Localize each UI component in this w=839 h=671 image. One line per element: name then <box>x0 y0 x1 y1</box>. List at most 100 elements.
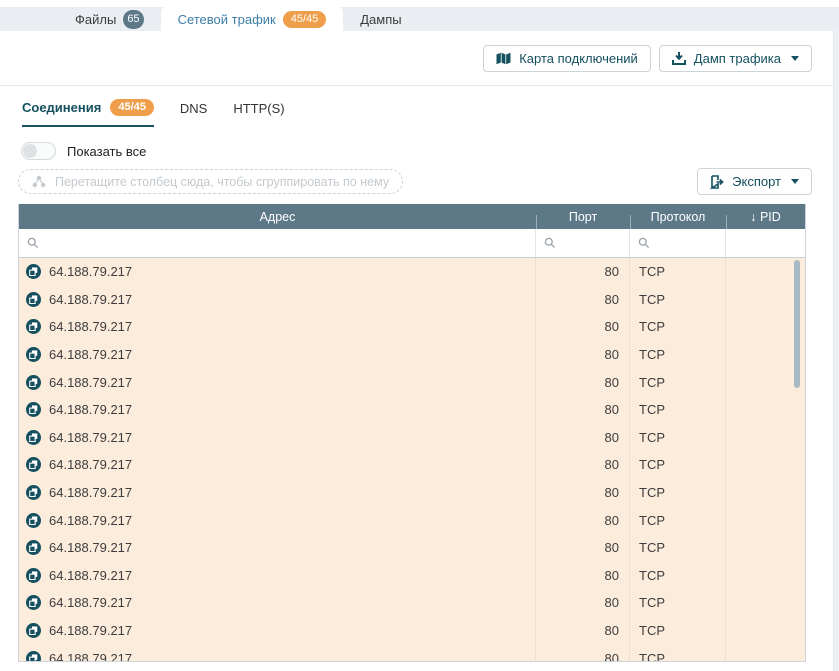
table-row[interactable]: 64.188.79.217 80 TCP <box>19 589 805 617</box>
port-value: 80 <box>605 292 619 307</box>
connection-layers-icon <box>26 347 41 362</box>
port-value: 80 <box>605 375 619 390</box>
protocol-cell: TCP <box>630 451 726 479</box>
address-value: 64.188.79.217 <box>49 264 132 279</box>
address-filter-input[interactable] <box>45 236 535 250</box>
search-icon <box>638 237 650 249</box>
port-filter-cell <box>536 229 630 257</box>
table-row[interactable]: 64.188.79.217 80 TCP <box>19 368 805 396</box>
address-value: 64.188.79.217 <box>49 513 132 528</box>
export-icon <box>710 175 724 189</box>
column-header-port[interactable]: Порт <box>536 210 630 224</box>
address-cell: 64.188.79.217 <box>19 286 536 314</box>
pid-cell <box>726 562 805 590</box>
protocol-value: TCP <box>639 430 665 445</box>
table-row[interactable]: 64.188.79.217 80 TCP <box>19 341 805 369</box>
table-row[interactable]: 64.188.79.217 80 TCP <box>19 506 805 534</box>
search-icon <box>27 237 39 249</box>
table-row[interactable]: 64.188.79.217 80 TCP <box>19 534 805 562</box>
tab-files[interactable]: Файлы 65 <box>58 7 161 31</box>
export-button[interactable]: Экспорт <box>697 168 812 195</box>
table-row[interactable]: 64.188.79.217 80 TCP <box>19 258 805 286</box>
address-cell: 64.188.79.217 <box>19 258 536 286</box>
port-value: 80 <box>605 264 619 279</box>
connection-layers-icon <box>26 457 41 472</box>
connection-layers-icon <box>26 319 41 334</box>
address-cell: 64.188.79.217 <box>19 479 536 507</box>
protocol-cell: TCP <box>630 479 726 507</box>
protocol-cell: TCP <box>630 506 726 534</box>
traffic-dump-button[interactable]: Дамп трафика <box>659 45 812 72</box>
protocol-cell: TCP <box>630 286 726 314</box>
column-header-pid[interactable]: ↓ PID <box>726 210 805 224</box>
port-cell: 80 <box>536 396 630 424</box>
protocol-value: TCP <box>639 623 665 638</box>
column-header-address-label: Адрес <box>260 210 296 224</box>
subtab-https[interactable]: HTTP(S) <box>233 101 284 127</box>
port-cell: 80 <box>536 617 630 645</box>
port-filter-input[interactable] <box>562 236 629 250</box>
top-spacer <box>0 0 839 7</box>
table-row[interactable]: 64.188.79.217 80 TCP <box>19 479 805 507</box>
table-row[interactable]: 64.188.79.217 80 TCP <box>19 644 805 661</box>
show-all-row: Показать все <box>0 127 839 160</box>
port-value: 80 <box>605 485 619 500</box>
address-value: 64.188.79.217 <box>49 623 132 638</box>
table-row[interactable]: 64.188.79.217 80 TCP <box>19 396 805 424</box>
protocol-value: TCP <box>639 485 665 500</box>
vertical-scrollbar-thumb[interactable] <box>794 260 800 388</box>
subtab-connections-badge: 45/45 <box>110 99 154 116</box>
table-filter-row <box>19 229 805 258</box>
tab-dumps[interactable]: Дампы <box>343 7 418 31</box>
address-cell: 64.188.79.217 <box>19 451 536 479</box>
pid-cell <box>726 617 805 645</box>
connection-layers-icon <box>26 292 41 307</box>
port-value: 80 <box>605 430 619 445</box>
table-row[interactable]: 64.188.79.217 80 TCP <box>19 424 805 452</box>
port-cell: 80 <box>536 534 630 562</box>
address-value: 64.188.79.217 <box>49 292 132 307</box>
connection-layers-icon <box>26 651 41 661</box>
port-cell: 80 <box>536 562 630 590</box>
table-header-row: Адрес Порт Протокол ↓ PID <box>19 204 805 229</box>
port-cell: 80 <box>536 506 630 534</box>
group-by-dropzone[interactable]: Перетащите столбец сюда, чтобы сгруппиро… <box>18 169 403 194</box>
address-cell: 64.188.79.217 <box>19 617 536 645</box>
port-value: 80 <box>605 651 619 661</box>
column-header-address[interactable]: Адрес <box>19 210 536 224</box>
connection-layers-icon <box>26 513 41 528</box>
table-row[interactable]: 64.188.79.217 80 TCP <box>19 451 805 479</box>
address-cell: 64.188.79.217 <box>19 424 536 452</box>
column-header-protocol[interactable]: Протокол <box>630 210 726 224</box>
tab-network-traffic[interactable]: Сетевой трафик 45/45 <box>161 7 344 31</box>
table-row[interactable]: 64.188.79.217 80 TCP <box>19 562 805 590</box>
tab-files-label: Файлы <box>75 12 116 27</box>
pid-cell <box>726 589 805 617</box>
subtab-dns[interactable]: DNS <box>180 101 207 127</box>
chevron-down-icon <box>791 56 799 61</box>
page-scroll-gutter <box>833 31 839 671</box>
protocol-filter-input[interactable] <box>656 236 725 250</box>
table-row[interactable]: 64.188.79.217 80 TCP <box>19 313 805 341</box>
subtab-connections[interactable]: Соединения 45/45 <box>22 99 154 127</box>
pid-cell <box>726 396 805 424</box>
port-cell: 80 <box>536 258 630 286</box>
table-row[interactable]: 64.188.79.217 80 TCP <box>19 617 805 645</box>
grouping-row: Перетащите столбец сюда, чтобы сгруппиро… <box>0 160 839 195</box>
table-row[interactable]: 64.188.79.217 80 TCP <box>19 286 805 314</box>
protocol-filter-cell <box>630 229 726 257</box>
protocol-value: TCP <box>639 513 665 528</box>
pid-cell <box>726 479 805 507</box>
pid-cell <box>726 644 805 661</box>
port-value: 80 <box>605 513 619 528</box>
show-all-toggle[interactable] <box>21 142 56 160</box>
address-value: 64.188.79.217 <box>49 457 132 472</box>
port-value: 80 <box>605 319 619 334</box>
port-value: 80 <box>605 457 619 472</box>
port-cell: 80 <box>536 451 630 479</box>
main-tab-bar: Файлы 65 Сетевой трафик 45/45 Дампы <box>0 7 839 31</box>
connection-map-button[interactable]: Карта подключений <box>483 45 651 72</box>
protocol-value: TCP <box>639 264 665 279</box>
port-cell: 80 <box>536 313 630 341</box>
protocol-cell: TCP <box>630 424 726 452</box>
